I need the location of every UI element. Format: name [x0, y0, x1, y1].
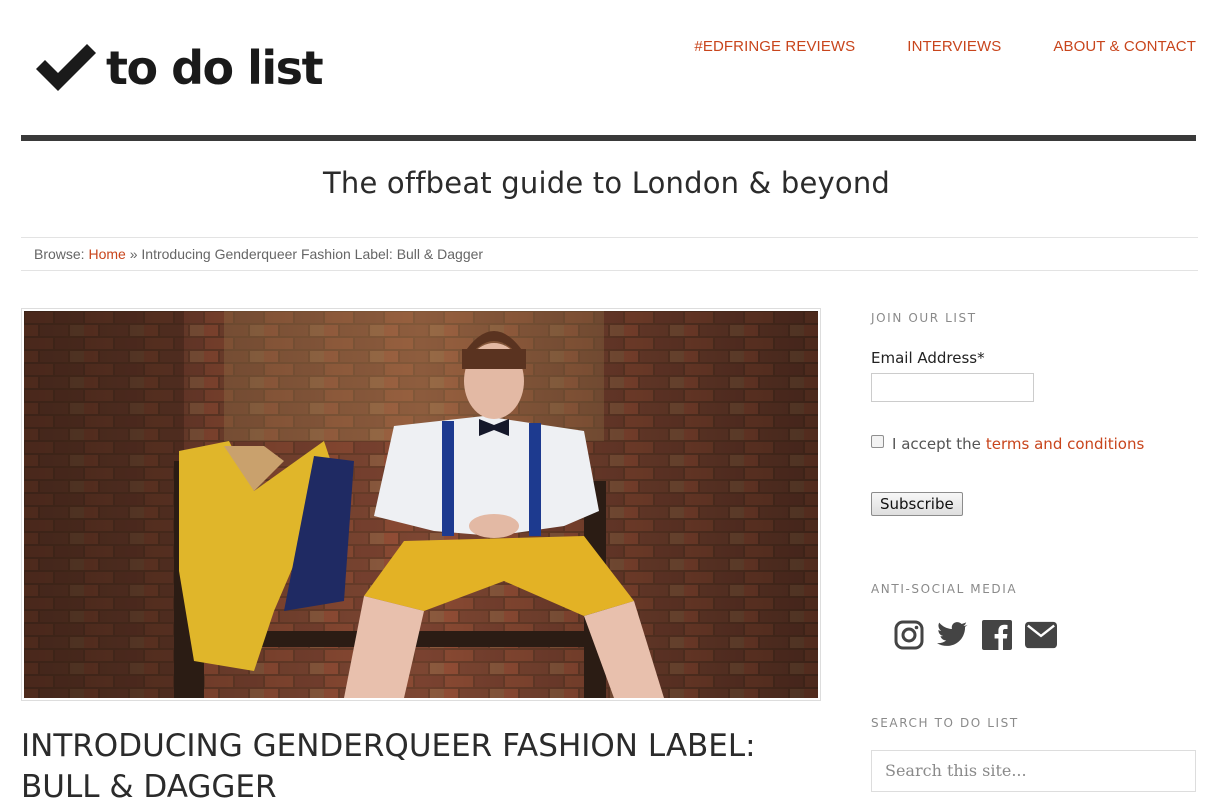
header-divider — [21, 135, 1196, 141]
social-icons — [893, 619, 1069, 651]
main-nav: #EDFRINGE REVIEWS INTERVIEWS ABOUT & CON… — [642, 38, 1196, 55]
site-tagline: The offbeat guide to London & beyond — [322, 166, 891, 200]
instagram-icon[interactable] — [893, 619, 925, 651]
post-title: INTRODUCING GENDERQUEER FASHION LABEL: B… — [21, 726, 811, 808]
breadcrumb-home-link[interactable]: Home — [88, 246, 125, 262]
post-title-line2: BULL & DAGGER — [21, 769, 277, 805]
twitter-icon[interactable] — [937, 619, 969, 651]
nav-edfringe-reviews[interactable]: #EDFRINGE REVIEWS — [694, 38, 855, 55]
terms-consent: I accept the terms and conditions — [871, 434, 1144, 453]
breadcrumb-current: Introducing Genderqueer Fashion Label: B… — [141, 246, 484, 262]
nav-about-contact[interactable]: ABOUT & CONTACT — [1053, 38, 1196, 55]
post-title-line1: INTRODUCING GENDERQUEER FASHION LABEL: — [21, 728, 756, 764]
site-logo[interactable]: to do list — [34, 40, 324, 96]
nav-interviews[interactable]: INTERVIEWS — [907, 38, 1001, 55]
subscribe-button[interactable]: Subscribe — [871, 492, 963, 516]
checkmark-icon — [36, 44, 96, 91]
email-label: Email Address* — [871, 349, 985, 367]
breadcrumb-prefix: Browse: — [34, 246, 85, 262]
breadcrumb: Browse: Home » Introducing Genderqueer F… — [21, 237, 1198, 271]
email-field[interactable] — [871, 373, 1034, 402]
logo-text: to do list — [106, 41, 324, 95]
terms-link[interactable]: terms and conditions — [986, 435, 1144, 453]
search-widget-title: SEARCH TO DO LIST — [871, 716, 1019, 730]
terms-checkbox[interactable] — [871, 434, 884, 448]
newsletter-widget-title: JOIN OUR LIST — [871, 311, 977, 325]
featured-image[interactable] — [21, 308, 821, 701]
accept-text: I accept the — [892, 435, 981, 453]
facebook-icon[interactable] — [981, 619, 1013, 651]
search-input[interactable]: Search this site... — [871, 750, 1196, 792]
featured-photo — [24, 311, 818, 698]
social-widget-title: ANTI-SOCIAL MEDIA — [871, 582, 1018, 596]
email-icon[interactable] — [1025, 619, 1057, 651]
breadcrumb-separator: » — [129, 246, 138, 262]
